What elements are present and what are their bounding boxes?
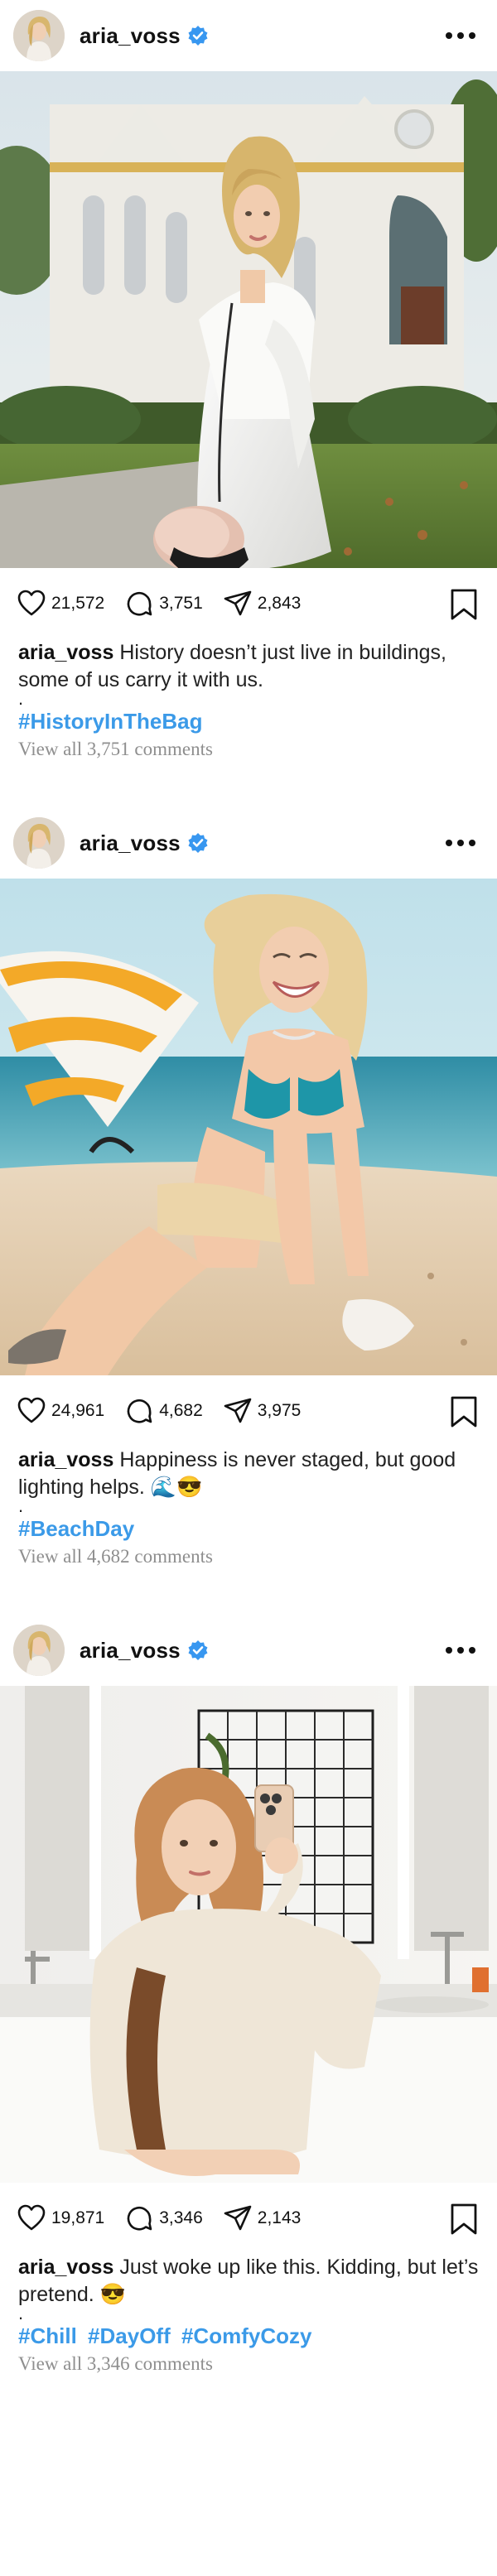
username[interactable]: aria_voss bbox=[80, 1638, 181, 1664]
comments-count: 4,682 bbox=[159, 1401, 203, 1420]
like-action[interactable]: 24,961 bbox=[17, 1396, 104, 1426]
feed: aria_voss 21,572 3,751 2,843 aria_voss H… bbox=[0, 0, 497, 2422]
like-action[interactable]: 19,871 bbox=[17, 2203, 104, 2233]
bookmark-icon[interactable] bbox=[449, 588, 479, 621]
shares-count: 2,143 bbox=[257, 2208, 302, 2227]
hashtag-link[interactable]: #ComfyCozy bbox=[181, 2323, 311, 2348]
username[interactable]: aria_voss bbox=[80, 831, 181, 856]
more-options-icon[interactable] bbox=[446, 26, 475, 46]
view-comments-link[interactable]: View all 4,682 comments bbox=[0, 1543, 497, 1567]
avatar[interactable] bbox=[13, 817, 65, 869]
caption: aria_voss Just woke up like this. Kiddin… bbox=[0, 2254, 497, 2323]
comment-action[interactable]: 3,751 bbox=[124, 589, 203, 619]
comment-bubble-icon[interactable] bbox=[124, 589, 154, 619]
comment-bubble-icon[interactable] bbox=[124, 2203, 154, 2233]
caption-username[interactable]: aria_voss bbox=[18, 1448, 113, 1471]
share-action[interactable]: 2,843 bbox=[223, 589, 302, 619]
caption-username[interactable]: aria_voss bbox=[18, 2256, 113, 2279]
post-header: aria_voss bbox=[0, 1615, 497, 1686]
caption-dot: . bbox=[18, 2303, 24, 2323]
post-actions: 19,871 3,346 2,143 bbox=[0, 2183, 497, 2254]
comments-count: 3,346 bbox=[159, 2208, 203, 2227]
view-comments-link[interactable]: View all 3,751 comments bbox=[0, 735, 497, 760]
heart-icon[interactable] bbox=[17, 589, 46, 619]
comment-bubble-icon[interactable] bbox=[124, 1396, 154, 1426]
send-icon[interactable] bbox=[223, 589, 253, 619]
caption-username[interactable]: aria_voss bbox=[18, 641, 113, 664]
likes-count: 21,572 bbox=[51, 594, 105, 613]
send-icon[interactable] bbox=[223, 2203, 253, 2233]
hashtags: #BeachDay bbox=[0, 1514, 497, 1543]
avatar[interactable] bbox=[13, 10, 65, 61]
hashtag-link[interactable]: #BeachDay bbox=[18, 1516, 134, 1541]
post-image[interactable] bbox=[0, 71, 497, 568]
share-action[interactable]: 2,143 bbox=[223, 2203, 302, 2233]
caption: aria_voss Happiness is never staged, but… bbox=[0, 1447, 497, 1516]
post-actions: 24,961 4,682 3,975 bbox=[0, 1375, 497, 1447]
avatar[interactable] bbox=[13, 1625, 65, 1676]
caption-dot: . bbox=[18, 688, 24, 709]
hashtags: #HistoryInTheBag bbox=[0, 707, 497, 735]
more-options-icon[interactable] bbox=[446, 1640, 475, 1660]
more-options-icon[interactable] bbox=[446, 833, 475, 853]
comments-count: 3,751 bbox=[159, 594, 203, 613]
verified-badge-icon bbox=[187, 1639, 209, 1661]
hashtag-link[interactable]: #HistoryInTheBag bbox=[18, 709, 203, 734]
username[interactable]: aria_voss bbox=[80, 23, 181, 49]
comment-action[interactable]: 4,682 bbox=[124, 1396, 203, 1426]
post-image[interactable] bbox=[0, 879, 497, 1375]
verified-badge-icon bbox=[187, 25, 209, 46]
heart-icon[interactable] bbox=[17, 2203, 46, 2233]
shares-count: 3,975 bbox=[257, 1401, 302, 1420]
bookmark-icon[interactable] bbox=[449, 1395, 479, 1428]
post-header: aria_voss bbox=[0, 0, 497, 71]
hashtags: #Chill #DayOff #ComfyCozy bbox=[0, 2322, 497, 2350]
view-comments-link[interactable]: View all 3,346 comments bbox=[0, 2350, 497, 2375]
likes-count: 19,871 bbox=[51, 2208, 105, 2227]
caption: aria_voss History doesn’t just live in b… bbox=[0, 639, 497, 709]
post-image[interactable] bbox=[0, 1686, 497, 2183]
post-2: aria_voss 24,961 4,682 3,975 aria_voss H… bbox=[0, 807, 497, 1615]
share-action[interactable]: 3,975 bbox=[223, 1396, 302, 1426]
shares-count: 2,843 bbox=[257, 594, 302, 613]
comment-action[interactable]: 3,346 bbox=[124, 2203, 203, 2233]
post-header: aria_voss bbox=[0, 807, 497, 879]
bookmark-icon[interactable] bbox=[449, 2203, 479, 2236]
hashtag-link[interactable]: #Chill bbox=[18, 2323, 77, 2348]
post-3: aria_voss 19,871 3,346 2,143 aria_voss J… bbox=[0, 1615, 497, 2422]
send-icon[interactable] bbox=[223, 1396, 253, 1426]
post-actions: 21,572 3,751 2,843 bbox=[0, 568, 497, 639]
like-action[interactable]: 21,572 bbox=[17, 589, 104, 619]
post-1: aria_voss 21,572 3,751 2,843 aria_voss H… bbox=[0, 0, 497, 807]
heart-icon[interactable] bbox=[17, 1396, 46, 1426]
hashtag-link[interactable]: #DayOff bbox=[88, 2323, 171, 2348]
caption-dot: . bbox=[18, 1495, 24, 1516]
likes-count: 24,961 bbox=[51, 1401, 105, 1420]
verified-badge-icon bbox=[187, 832, 209, 854]
